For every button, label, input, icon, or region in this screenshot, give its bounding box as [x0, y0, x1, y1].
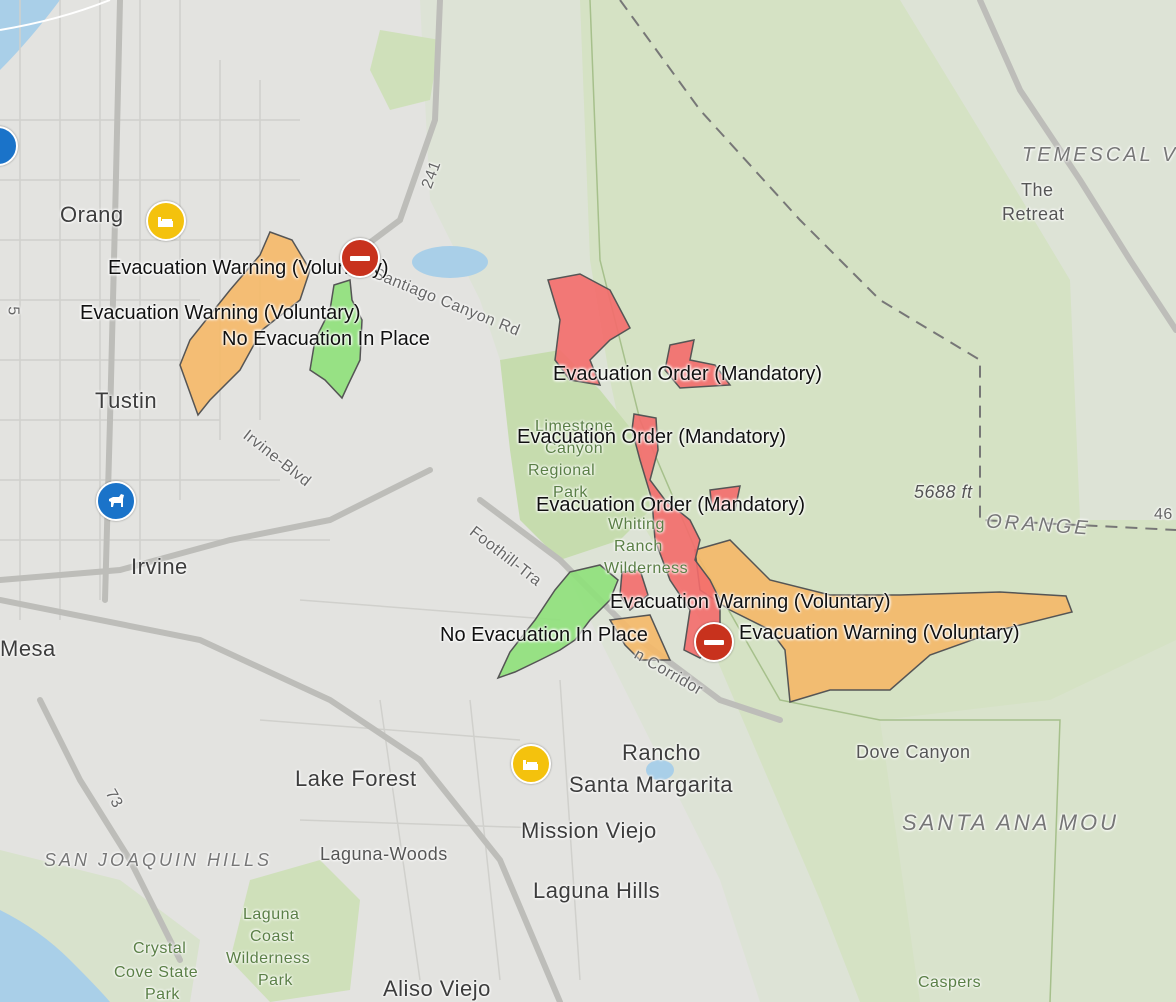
road-label-route-5: 5: [4, 306, 22, 316]
park-label-whiting-wilderness: Wilderness: [604, 560, 689, 577]
animal-shelter-icon[interactable]: [96, 481, 136, 521]
region-label-temescal: TEMESCAL V: [1022, 144, 1176, 166]
evac-label-order-3: Evacuation Order (Mandatory): [536, 494, 806, 516]
place-label-lake-forest: Lake Forest: [295, 766, 417, 791]
evac-label-warning-2: Evacuation Warning (Voluntary): [80, 302, 361, 324]
park-label-wilderness: Wilderness: [226, 950, 311, 967]
place-label-the: The: [1021, 180, 1054, 200]
place-label-tustin: Tustin: [95, 388, 158, 413]
evac-label-no-evac-1: No Evacuation In Place: [222, 328, 430, 350]
park-label-laguna: Laguna: [243, 906, 300, 923]
road-closure-icon[interactable]: [340, 238, 380, 278]
evac-label-order-2: Evacuation Order (Mandatory): [517, 426, 787, 448]
region-label-santa-ana-mountains: SANTA ANA MOU: [902, 810, 1120, 835]
place-label-laguna-hills: Laguna Hills: [533, 878, 661, 903]
evacuation-map[interactable]: Orang Tustin Irvine Mesa Lake Forest Ran…: [0, 0, 1176, 1002]
park-label-coast: Coast: [250, 928, 295, 945]
evac-label-warning-3: Evacuation Warning (Voluntary): [610, 591, 891, 613]
elevation-label: 5688 ft: [914, 482, 973, 502]
place-label-irvine: Irvine: [131, 554, 188, 579]
park-label-cove-state: Cove State: [114, 964, 199, 981]
evac-label-no-evac-2: No Evacuation In Place: [440, 624, 648, 646]
evac-label-order-1: Evacuation Order (Mandatory): [553, 363, 823, 385]
road-closure-icon[interactable]: [694, 622, 734, 662]
park-label-whiting: Whiting: [608, 516, 665, 533]
shelter-icon[interactable]: [146, 201, 186, 241]
place-label-orange: Orang: [60, 202, 124, 227]
shelter-icon[interactable]: [511, 744, 551, 784]
place-label-rancho: Rancho: [622, 740, 701, 765]
park-label-crystal: Crystal: [133, 940, 187, 957]
place-label-mission-viejo: Mission Viejo: [521, 818, 657, 843]
place-label-mesa: Mesa: [0, 636, 56, 661]
park-label-limestone-regional: Regional: [528, 462, 596, 479]
place-label-retreat: Retreat: [1002, 204, 1065, 224]
place-label-santa-margarita: Santa Margarita: [569, 772, 734, 797]
park-label-crystal-park: Park: [145, 986, 180, 1002]
place-label-dove-canyon: Dove Canyon: [856, 742, 971, 762]
evac-label-warning-4: Evacuation Warning (Voluntary): [739, 622, 1020, 644]
park-label-park: Park: [258, 972, 293, 989]
region-label-san-joaquin-hills: SAN JOAQUIN HILLS: [44, 850, 273, 870]
road-label-route-46: 46: [1154, 506, 1173, 523]
park-label-ranch: Ranch: [614, 538, 663, 555]
place-label-aliso-viejo: Aliso Viejo: [383, 976, 491, 1001]
park-label-caspers: Caspers: [918, 974, 982, 991]
place-label-laguna-woods: Laguna-Woods: [320, 844, 448, 864]
